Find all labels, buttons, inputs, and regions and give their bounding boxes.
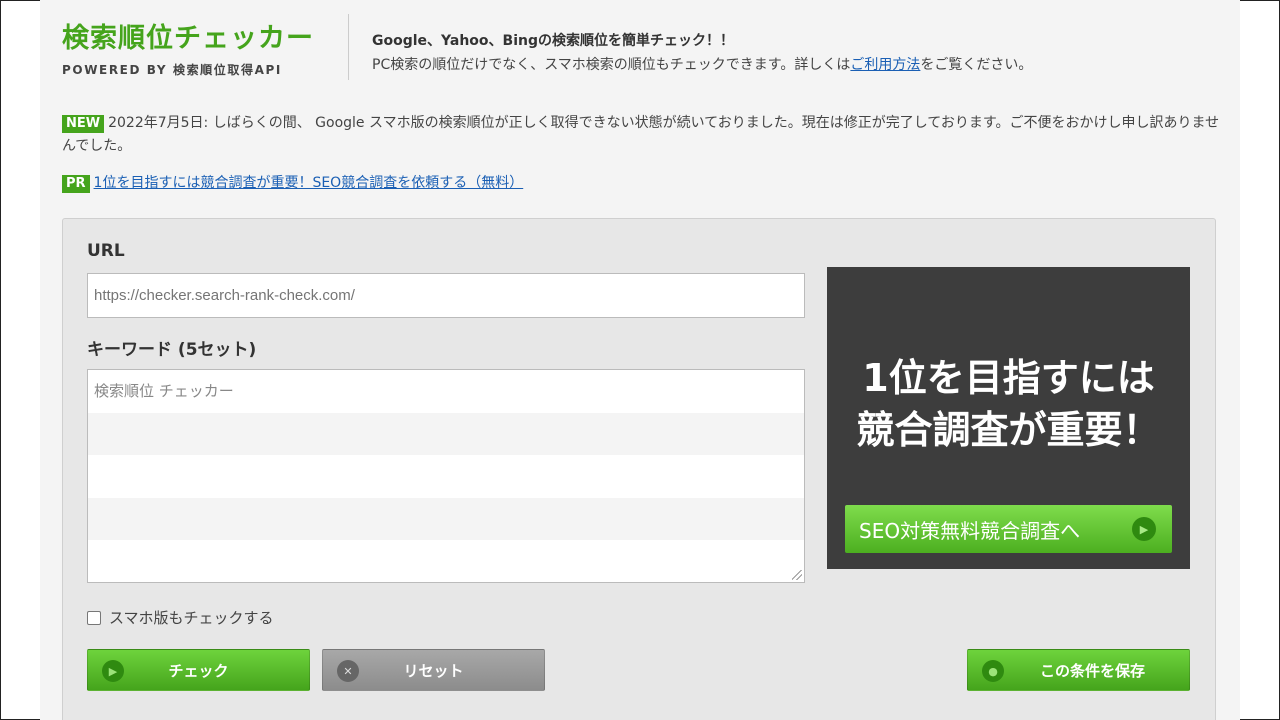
keyword-textarea[interactable]: 検索順位 チェッカー <box>87 369 805 583</box>
arrow-right-icon: ▶ <box>102 660 124 682</box>
close-icon: ✕ <box>337 660 359 682</box>
pr-link[interactable]: 1位を目指すには競合調査が重要！SEO競合調査を依頼する（無料） <box>94 175 524 191</box>
mobile-check-option[interactable]: スマホ版もチェックする <box>87 607 274 628</box>
search-form-panel: URL キーワード (5セット) 検索順位 チェッカー スマホ版もチェックする … <box>62 218 1216 720</box>
pr-badge: PR <box>62 175 90 193</box>
notice-text: 2022年7月5日: しばらくの間、 Google スマホ版の検索順位が正しく取… <box>62 115 1220 154</box>
mobile-checkbox[interactable] <box>87 610 101 625</box>
banner-button[interactable]: SEO対策無料競合調査へ ▶ <box>845 505 1172 553</box>
logo[interactable]: 検索順位チェッカー POWERED BY 検索順位取得API <box>62 16 314 78</box>
pr-notice: PR 1位を目指すには競合調査が重要！SEO競合調査を依頼する（無料） <box>62 172 523 193</box>
check-button[interactable]: ▶ チェック <box>87 649 310 691</box>
reset-button[interactable]: ✕ リセット <box>322 649 545 691</box>
usage-link[interactable]: ご利用方法 <box>850 57 920 73</box>
keyword-line-1: 検索順位 チェッカー <box>94 382 234 400</box>
resize-handle[interactable] <box>792 570 802 580</box>
new-badge: NEW <box>62 115 105 133</box>
mobile-check-label: スマホ版もチェックする <box>109 609 274 627</box>
logo-title: 検索順位チェッカー <box>62 23 314 54</box>
banner-line-1: 1位を目指すには <box>862 356 1155 400</box>
save-circle-icon: ● <box>982 660 1004 682</box>
url-label: URL <box>87 241 125 261</box>
keyword-line-4 <box>88 497 804 541</box>
description-after: をご覧ください。 <box>920 57 1033 73</box>
keyword-line-2 <box>88 412 804 456</box>
banner-button-label: SEO対策無料競合調査へ <box>859 518 1081 543</box>
seo-banner[interactable]: 1位を目指すには 競合調査が重要！ SEO対策無料競合調査へ ▶ <box>827 267 1190 569</box>
arrow-right-icon: ▶ <box>1132 517 1156 541</box>
description-before: PC検索の順位だけでなく、スマホ検索の順位もチェックできます。詳しくは <box>372 57 851 73</box>
keyword-label: キーワード (5セット) <box>87 340 257 360</box>
tagline-description: PC検索の順位だけでなく、スマホ検索の順位もチェックできます。詳しくはご利用方法… <box>372 54 1032 74</box>
page: 検索順位チェッカー POWERED BY 検索順位取得API Google、Ya… <box>40 0 1240 720</box>
keyword-line-5 <box>88 540 804 582</box>
header-divider <box>348 14 349 80</box>
keyword-line-3 <box>88 455 804 498</box>
logo-subtitle: POWERED BY 検索順位取得API <box>62 63 282 77</box>
tagline: Google、Yahoo、Bingの検索順位を簡単チェック！！ PC検索の順位だ… <box>372 30 1032 74</box>
url-input[interactable] <box>87 273 805 318</box>
news-notice: NEW 2022年7月5日: しばらくの間、 Google スマホ版の検索順位が正… <box>62 112 1220 158</box>
save-button[interactable]: ● この条件を保存 <box>967 649 1190 691</box>
banner-line-2: 競合調査が重要！ <box>856 408 1161 452</box>
tagline-main: Google、Yahoo、Bingの検索順位を簡単チェック！！ <box>372 33 735 49</box>
